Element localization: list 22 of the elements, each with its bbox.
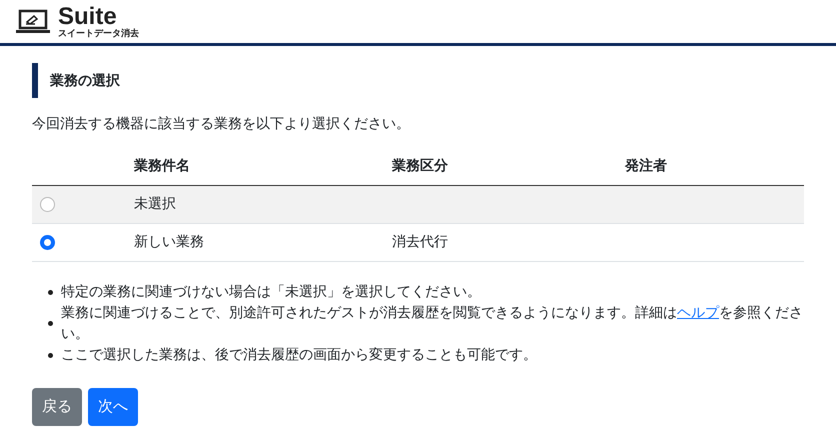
help-link[interactable]: ヘルプ xyxy=(677,304,719,320)
next-button[interactable]: 次へ xyxy=(88,388,138,426)
description-text: 今回消去する機器に該当する業務を以下より選択ください。 xyxy=(32,115,411,133)
logo-title: Suite xyxy=(58,4,117,28)
laptop-icon xyxy=(16,8,50,34)
back-button[interactable]: 戻る xyxy=(32,388,82,426)
section-title: 業務の選択 xyxy=(32,63,804,98)
table-cell: 新しい業務 xyxy=(134,234,204,250)
bullet-icon xyxy=(48,321,53,326)
column-header: 発注者 xyxy=(625,157,804,185)
bullet-icon xyxy=(48,352,53,358)
table-cell: 未選択 xyxy=(134,196,176,212)
radio-button[interactable] xyxy=(40,234,55,250)
radio-button[interactable] xyxy=(40,196,55,212)
table-cell: 消去代行 xyxy=(392,234,448,250)
note-text: ここで選択した業務は、後で消去履歴の画面から変更することも可能です。 xyxy=(61,346,537,364)
note-text: 業務に関連づけることで、別途許可されたゲストが消去履歴を閲覧できるようになります。詳細はヘルプを参照ください。 xyxy=(61,304,804,344)
bullet-icon xyxy=(48,290,53,294)
column-header: 業務件名 xyxy=(134,157,392,185)
column-header: 業務区分 xyxy=(392,157,625,185)
logo-subtitle: スイートデータ消去 xyxy=(58,30,139,38)
note-text: 特定の業務に関連づけない場合は「未選択」を選択してください。 xyxy=(61,282,481,302)
